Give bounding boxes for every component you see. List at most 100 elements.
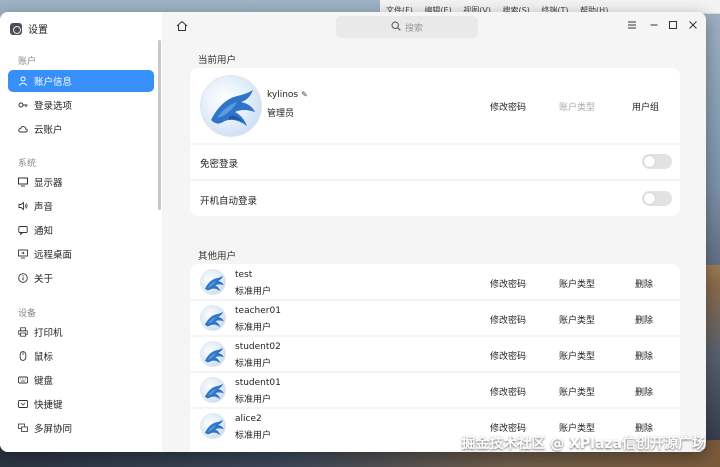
sidebar-item-mouse[interactable]: 鼠标 [8, 345, 154, 367]
user-name: student02 [235, 342, 281, 352]
account-type-button[interactable]: 账户类型 [559, 277, 595, 290]
other-users-list: test 标准用户 修改密码 账户类型 删除 teacher01 标准用户 修改… [190, 264, 680, 452]
delete-button[interactable]: 删除 [635, 385, 653, 398]
user-role: 标准用户 [235, 359, 272, 369]
current-user-name-row: kylinos ✎ [267, 90, 308, 100]
close-icon[interactable] [686, 20, 700, 33]
change-password-button[interactable]: 修改密码 [490, 277, 526, 290]
sidebar-item-label: 声音 [34, 202, 54, 213]
user-role: 标准用户 [235, 395, 272, 405]
avatar[interactable] [200, 75, 262, 137]
avatar[interactable] [200, 341, 226, 367]
cloud-icon [18, 124, 28, 134]
printer-icon [18, 327, 28, 337]
keyboard-icon [18, 375, 28, 385]
sidebar-item-about[interactable]: 关于 [8, 267, 154, 289]
sidebar-item-label: 键盘 [34, 376, 54, 387]
passwordless-login-toggle[interactable] [642, 154, 672, 169]
account-type-button[interactable]: 账户类型 [559, 349, 595, 362]
minimize-icon[interactable] [647, 20, 661, 33]
row-divider [190, 299, 680, 301]
window-title: 设置 [28, 25, 48, 36]
passwordless-login-row: 免密登录 [190, 145, 680, 179]
sidebar-section-devices: 设备 [18, 309, 37, 319]
user-group-button[interactable]: 用户组 [632, 100, 659, 113]
monitor-icon [18, 177, 28, 187]
shortcut-icon [18, 399, 28, 409]
change-password-button[interactable]: 修改密码 [490, 349, 526, 362]
key-icon [18, 100, 28, 110]
sidebar-item-label: 通知 [34, 226, 54, 237]
mouse-icon [18, 351, 28, 361]
account-type-button[interactable]: 账户类型 [559, 100, 595, 113]
user-name: teacher01 [235, 306, 281, 316]
sidebar-item-shortcuts[interactable]: 快捷键 [8, 393, 154, 415]
sidebar-item-sound[interactable]: 声音 [8, 195, 154, 217]
current-user-title: 当前用户 [198, 55, 237, 66]
sidebar-item-label: 云账户 [34, 125, 63, 136]
avatar[interactable] [200, 269, 226, 295]
sidebar-section-system: 系统 [18, 159, 37, 169]
current-user-name: kylinos [267, 90, 299, 100]
sidebar-item-label: 快捷键 [34, 400, 63, 411]
current-user-card: kylinos ✎ 管理员 修改密码 账户类型 用户组 [190, 68, 680, 143]
search-icon [391, 20, 401, 34]
sidebar: 设置 账户 账户信息 登录选项 云账户 系统 显示器 声音 通知 远程桌面 关于… [0, 12, 162, 452]
change-password-button[interactable]: 修改密码 [490, 313, 526, 326]
avatar[interactable] [200, 377, 226, 403]
auto-login-label: 开机自动登录 [200, 196, 258, 207]
account-type-button[interactable]: 账户类型 [559, 313, 595, 326]
change-password-button[interactable]: 修改密码 [490, 385, 526, 398]
sidebar-item-notification[interactable]: 通知 [8, 219, 154, 241]
user-name: test [235, 270, 253, 280]
sidebar-item-keyboard[interactable]: 键盘 [8, 369, 154, 391]
sidebar-item-label: 远程桌面 [34, 250, 73, 261]
sidebar-item-label: 打印机 [34, 328, 63, 339]
settings-window: 设置 账户 账户信息 登录选项 云账户 系统 显示器 声音 通知 远程桌面 关于… [0, 12, 706, 452]
row-divider [190, 371, 680, 373]
sidebar-item-display[interactable]: 显示器 [8, 171, 154, 193]
menu-icon[interactable] [625, 20, 639, 33]
edit-pencil-icon[interactable]: ✎ [301, 90, 308, 99]
delete-button[interactable]: 删除 [635, 277, 653, 290]
sidebar-item-printer[interactable]: 打印机 [8, 321, 154, 343]
user-role: 标准用户 [235, 323, 272, 333]
avatar[interactable] [200, 413, 226, 439]
home-icon[interactable] [176, 20, 190, 32]
notification-icon [18, 225, 28, 235]
search-input[interactable]: 搜索 [336, 16, 478, 38]
user-name: alice2 [235, 414, 262, 424]
multiscreen-icon [18, 423, 28, 433]
auto-login-toggle[interactable] [642, 191, 672, 206]
watermark-text: 掘金技术社区 @ XPlaza信创开源广场 [461, 436, 706, 452]
user-name: student01 [235, 378, 281, 388]
user-icon [18, 76, 28, 86]
search-placeholder: 搜索 [404, 23, 423, 34]
kylin-bird-icon [211, 90, 255, 126]
kylin-bird-icon [204, 347, 224, 364]
maximize-icon[interactable] [666, 20, 680, 33]
remote-desktop-icon [18, 249, 28, 259]
row-divider [190, 335, 680, 337]
sidebar-scrollbar[interactable] [158, 40, 161, 210]
change-password-button[interactable]: 修改密码 [490, 100, 526, 113]
user-role: 标准用户 [235, 431, 272, 441]
sidebar-item-login-options[interactable]: 登录选项 [8, 94, 154, 116]
sidebar-item-label: 关于 [34, 274, 54, 285]
passwordless-login-label: 免密登录 [200, 159, 239, 170]
main-panel: 搜索 当前用户 kylinos ✎ 管理员 修改密码 账户类型 用户组 免密登录… [162, 12, 706, 452]
delete-button[interactable]: 删除 [635, 313, 653, 326]
sidebar-item-label: 账户信息 [34, 77, 73, 88]
sidebar-item-cloud-account[interactable]: 云账户 [8, 118, 154, 140]
sidebar-item-remote-desktop[interactable]: 远程桌面 [8, 243, 154, 265]
account-type-button[interactable]: 账户类型 [559, 385, 595, 398]
avatar[interactable] [200, 305, 226, 331]
sidebar-item-label: 多屏协同 [34, 424, 73, 435]
auto-login-row: 开机自动登录 [190, 181, 680, 216]
sidebar-item-multiscreen[interactable]: 多屏协同 [8, 417, 154, 439]
kylin-bird-icon [204, 419, 224, 436]
delete-button[interactable]: 删除 [635, 349, 653, 362]
window-title-area: 设置 [10, 21, 48, 36]
sidebar-item-label: 登录选项 [34, 101, 73, 112]
sidebar-item-account-info[interactable]: 账户信息 [8, 70, 154, 92]
